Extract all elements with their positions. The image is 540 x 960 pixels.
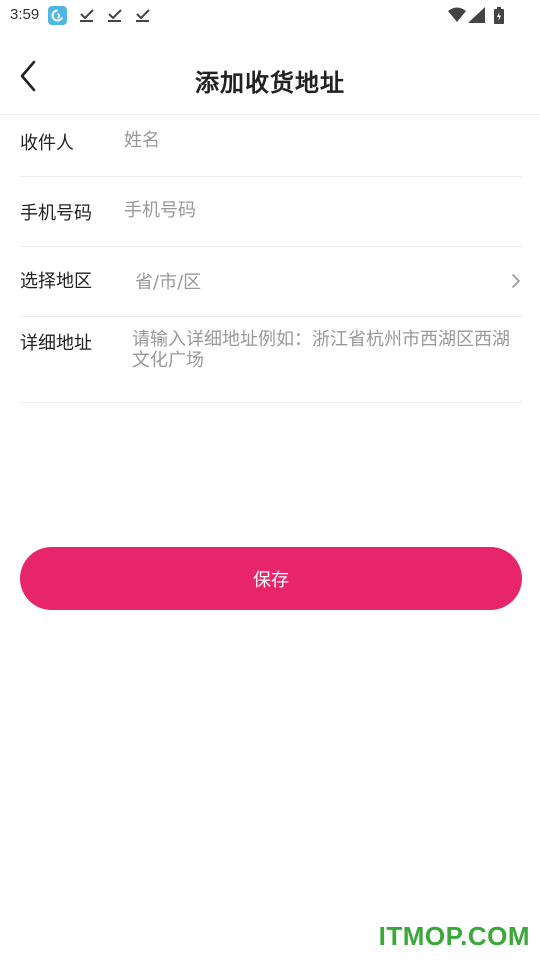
wifi-icon: [448, 7, 466, 23]
recipient-name-input[interactable]: [124, 127, 514, 153]
status-bar: 3:59: [0, 0, 540, 32]
address-label: 详细地址: [20, 333, 92, 354]
phone-number-input[interactable]: [124, 197, 514, 223]
phone-label: 手机号码: [20, 203, 92, 224]
app-notification-icon: [48, 6, 67, 25]
page-title: 添加收货地址: [195, 69, 345, 97]
detailed-address-input[interactable]: [132, 329, 520, 389]
address-row: 详细地址: [20, 317, 522, 403]
region-placeholder: 省/市/区: [135, 272, 202, 293]
region-label: 选择地区: [20, 271, 92, 292]
status-time: 3:59: [10, 6, 40, 23]
download-done-icon: [79, 7, 94, 23]
save-button[interactable]: 保存: [20, 547, 522, 610]
watermark: ITMOP.COM: [378, 921, 530, 951]
region-selector[interactable]: 选择地区 省/市/区: [20, 247, 522, 317]
chevron-right-icon: [510, 272, 522, 290]
cellular-signal-icon: [468, 7, 485, 23]
recipient-row: 收件人: [20, 115, 522, 177]
battery-icon: [494, 7, 504, 24]
download-done-icon: [135, 7, 150, 23]
recipient-label: 收件人: [20, 133, 74, 154]
top-app-bar: 添加收货地址: [0, 44, 540, 114]
phone-row: 手机号码: [20, 177, 522, 247]
download-done-icon: [107, 7, 122, 23]
